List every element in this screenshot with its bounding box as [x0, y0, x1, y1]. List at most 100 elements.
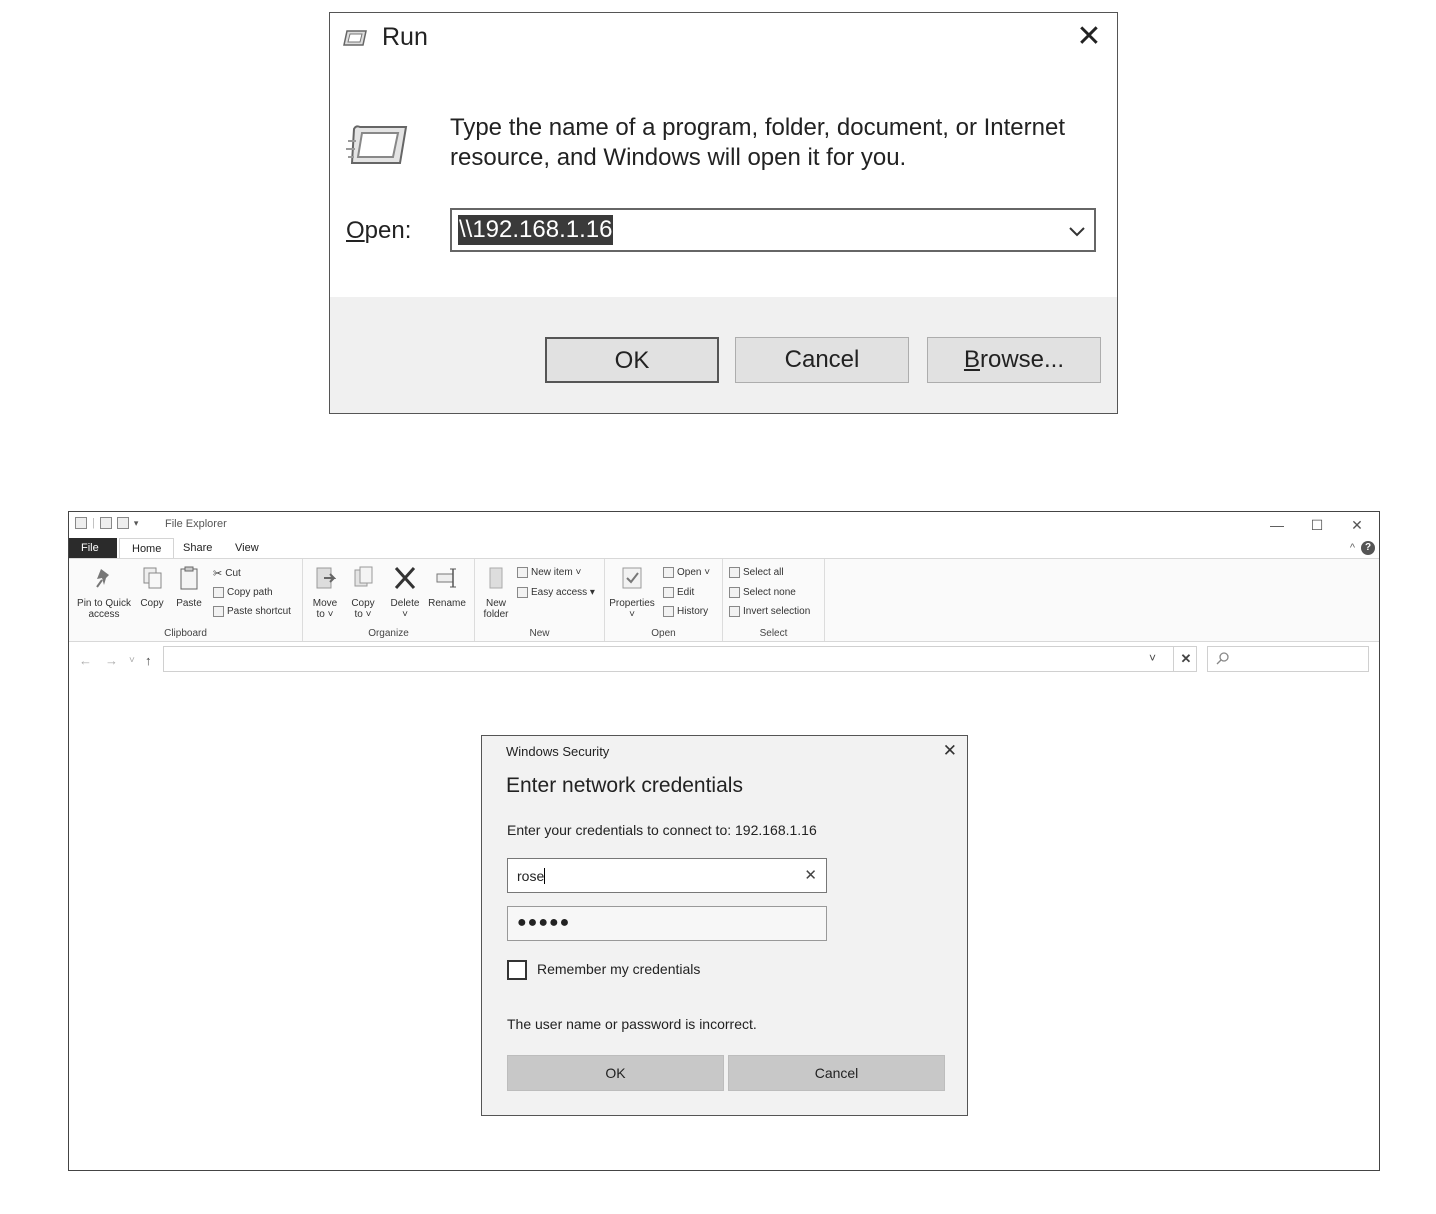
copy-to-label-2: to ˅ [354, 609, 372, 620]
address-bar[interactable] [163, 646, 1197, 672]
easy-access-icon [517, 587, 528, 598]
pin-quick-access-button[interactable]: Pin to Quick access [73, 565, 135, 620]
cancel-button[interactable]: Cancel [735, 337, 909, 383]
select-none-button[interactable]: Select none [729, 587, 796, 598]
error-message: The user name or password is incorrect. [507, 1016, 757, 1032]
copy-button[interactable]: Copy [137, 565, 167, 609]
search-input[interactable] [1207, 646, 1369, 672]
invert-selection-icon [729, 606, 740, 617]
tab-share[interactable]: Share [171, 538, 224, 559]
cut-button[interactable]: ✂ Cut [213, 567, 241, 580]
address-clear-icon[interactable]: ✕ [1173, 646, 1198, 672]
new-item-icon [517, 567, 528, 578]
new-item-button[interactable]: New item ˅ [517, 567, 581, 578]
history-button[interactable]: History [663, 606, 708, 617]
group-label-clipboard: Clipboard [164, 628, 207, 639]
group-new: New folder New item ˅ Easy access ▾ New [475, 559, 605, 641]
select-all-button[interactable]: Select all [729, 567, 784, 578]
copy-path-icon [213, 587, 224, 598]
delete-label: Delete [390, 598, 420, 609]
window-menu-icon[interactable] [75, 517, 87, 529]
new-folder-button[interactable]: New folder [479, 565, 513, 620]
new-folder-label: New [485, 598, 506, 609]
ribbon-home: Pin to Quick access Copy Paste ✂ Cut Copy… [69, 558, 1379, 642]
remember-checkbox[interactable] [507, 960, 527, 980]
history-icon [663, 606, 674, 617]
password-field[interactable]: ●●●●● [507, 906, 827, 941]
minimize-button[interactable]: — [1259, 514, 1295, 536]
move-to-icon [316, 567, 337, 589]
close-icon[interactable]: ✕ [1071, 19, 1107, 55]
maximize-button[interactable]: ☐ [1299, 514, 1335, 536]
username-value[interactable]: rose [517, 868, 546, 884]
customize-qa-icon[interactable]: ▾ [134, 518, 139, 529]
run-icon [343, 30, 367, 46]
open-label-accel: O [346, 217, 365, 244]
rename-button[interactable]: Rename [427, 565, 467, 609]
collapse-ribbon-icon[interactable]: ^ [1350, 542, 1355, 554]
open-input-value[interactable]: \\192.168.1.16 [458, 215, 614, 245]
tab-home[interactable]: Home [119, 538, 175, 559]
easy-access-button[interactable]: Easy access ▾ [517, 587, 595, 598]
paste-icon [180, 566, 198, 590]
copy-to-label: Copy [351, 598, 375, 609]
ribbon-tabs: File Home Share View ^ ? [69, 538, 1379, 559]
back-arrow-icon[interactable]: ← [79, 653, 92, 668]
move-to-label-2: to ˅ [316, 609, 334, 620]
chevron-down-icon[interactable]: ˅ [1149, 651, 1156, 665]
search-icon [1216, 652, 1229, 665]
up-arrow-icon[interactable]: ↑ [145, 653, 152, 668]
new-folder-qa-icon[interactable] [116, 517, 129, 529]
tab-view[interactable]: View [223, 538, 271, 559]
pin-label-1: Pin to Quick [77, 598, 131, 609]
cancel-button[interactable]: Cancel [728, 1055, 945, 1091]
tab-file[interactable]: File [69, 538, 117, 559]
forward-arrow-icon[interactable]: → [105, 653, 118, 668]
chevron-down-icon[interactable] [1066, 220, 1088, 242]
run-title: Run [382, 23, 428, 51]
delete-x-icon [394, 566, 416, 590]
copy-to-button[interactable]: Copy to ˅ [347, 565, 379, 620]
open-label: Open: [346, 217, 411, 245]
open-combobox[interactable]: \\192.168.1.16 [450, 208, 1096, 252]
new-folder-icon [489, 567, 503, 589]
edit-label: Edit [677, 587, 695, 598]
ok-button[interactable]: OK [507, 1055, 724, 1091]
rename-label: Rename [428, 598, 466, 609]
properties-button[interactable]: Properties ˅ [607, 565, 657, 620]
open-label: Open ˅ [677, 567, 711, 578]
credentials-heading: Enter network credentials [506, 774, 743, 797]
credentials-dialog: Windows Security ✕ Enter network credent… [481, 735, 968, 1116]
invert-selection-button[interactable]: Invert selection [729, 606, 810, 617]
rename-icon [436, 568, 456, 588]
browse-button[interactable]: Browse... [927, 337, 1101, 383]
move-to-button[interactable]: Move to ˅ [309, 565, 341, 620]
properties-qa-icon[interactable] [99, 517, 112, 529]
run-titlebar: Run ✕ [330, 13, 1117, 69]
clear-icon[interactable]: ✕ [804, 866, 817, 884]
open-button[interactable]: Open ˅ [663, 567, 710, 578]
ok-button[interactable]: OK [545, 337, 719, 383]
delete-button[interactable]: Delete ˅ [387, 565, 423, 620]
quick-access-toolbar: | ▾ [75, 517, 138, 529]
username-field[interactable]: rose ✕ [507, 858, 827, 893]
history-label: History [677, 606, 709, 617]
delete-label-2: ˅ [402, 609, 408, 620]
group-select: Select all Select none Invert selection … [723, 559, 825, 641]
open-label-rest: pen: [364, 217, 412, 244]
explorer-title: File Explorer [165, 518, 227, 530]
help-icon[interactable]: ? [1361, 541, 1375, 555]
copy-path-button[interactable]: Copy path [213, 587, 273, 598]
group-label-open: Open [651, 628, 676, 639]
remember-label[interactable]: Remember my credentials [537, 961, 700, 977]
paste-shortcut-button[interactable]: Paste shortcut [213, 606, 291, 617]
cut-label: Cut [225, 568, 241, 579]
recent-locations-icon[interactable]: ˅ [129, 655, 135, 666]
paste-button[interactable]: Paste [173, 565, 205, 609]
run-description: Type the name of a program, folder, docu… [450, 114, 1066, 171]
text-caret [544, 868, 546, 884]
close-button[interactable]: ✕ [1339, 514, 1375, 536]
edit-button[interactable]: Edit [663, 587, 694, 598]
properties-label-2: ˅ [629, 609, 635, 620]
close-icon[interactable]: ✕ [943, 741, 957, 761]
